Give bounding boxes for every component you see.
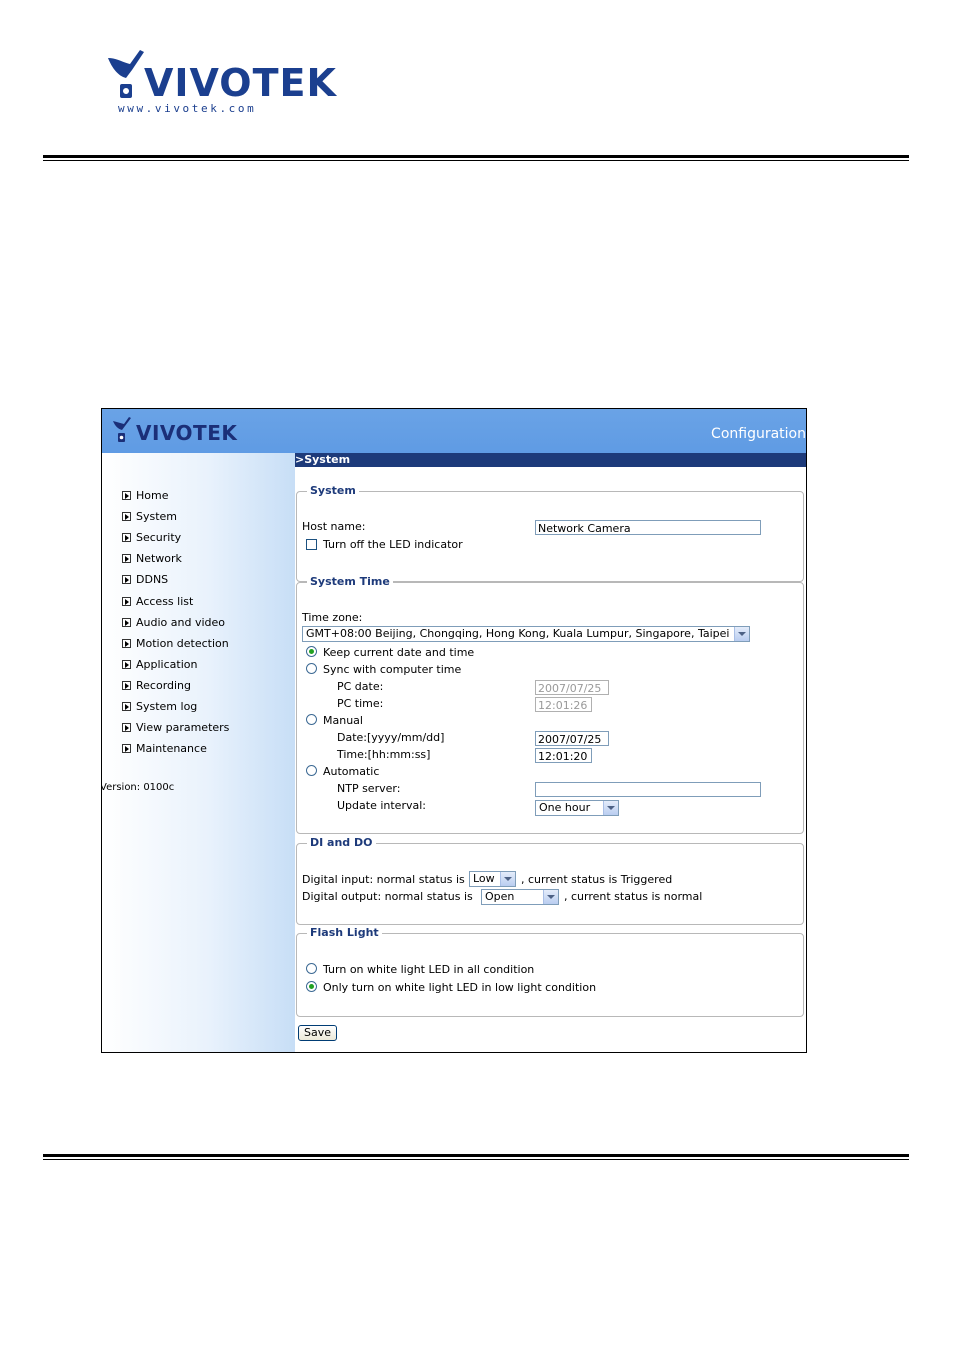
update-interval-label: Update interval: (337, 799, 426, 812)
chevron-down-icon (603, 801, 618, 815)
brand-wordmark: VIVOTEK (144, 61, 337, 105)
time-zone-label: Time zone: (302, 611, 363, 624)
automatic-time-radio[interactable] (306, 765, 317, 776)
di-current-status: , current status is Triggered (521, 873, 673, 886)
manual-date-input[interactable]: 2007/07/25 (535, 731, 609, 746)
di-normal-status-select[interactable]: Low (469, 871, 516, 887)
arrow-icon (122, 659, 131, 669)
sidebar-item-access-list[interactable]: Access list (122, 590, 229, 611)
arrow-icon (122, 491, 131, 501)
pc-time-input[interactable]: 12:01:26 (535, 697, 592, 712)
led-off-label: Turn off the LED indicator (323, 538, 463, 551)
banner-brand: VIVOTEK (136, 421, 238, 445)
sidebar-item-motion-detection[interactable]: Motion detection (122, 633, 229, 654)
manual-time-input[interactable]: 12:01:20 (535, 748, 592, 763)
pc-time-label: PC time: (337, 697, 384, 710)
save-button[interactable]: Save (298, 1025, 337, 1041)
di-do-legend: DI and DO (307, 836, 376, 849)
do-prefix-label: Digital output: normal status is (302, 890, 473, 903)
page-title: Configuration (711, 426, 806, 442)
sidebar-item-audio-video[interactable]: Audio and video (122, 612, 229, 633)
manual-date-label: Date:[yyyy/mm/dd] (337, 731, 445, 744)
manual-time-field-label: Time:[hh:mm:ss] (337, 748, 431, 761)
chevron-down-icon (543, 890, 558, 904)
sidebar-item-system[interactable]: System (122, 506, 229, 527)
system-time-legend: System Time (307, 575, 393, 588)
system-group: System Host name: Network Camera Turn of… (296, 484, 804, 582)
manual-time-label: Manual (323, 714, 363, 727)
sidebar-item-network[interactable]: Network (122, 548, 229, 569)
flash-low-light-label: Only turn on white light LED in low ligh… (323, 981, 597, 994)
vivotek-bird-icon (113, 417, 131, 442)
arrow-icon (122, 723, 131, 733)
section-header: >System (295, 453, 806, 467)
automatic-time-label: Automatic (323, 765, 380, 778)
sidebar-menu: Home System Security Network DDNS Access… (122, 485, 229, 759)
ntp-server-input[interactable] (535, 782, 761, 797)
sidebar-item-view-parameters[interactable]: View parameters (122, 717, 229, 738)
sidebar-item-recording[interactable]: Recording (122, 675, 229, 696)
flash-all-condition-label: Turn on white light LED in all condition (323, 963, 535, 976)
manual-time-radio[interactable] (306, 714, 317, 725)
sidebar-item-security[interactable]: Security (122, 527, 229, 548)
flash-low-light-radio[interactable] (306, 981, 317, 992)
arrow-icon (122, 617, 131, 627)
sync-time-radio[interactable] (306, 663, 317, 674)
di-prefix-label: Digital input: normal status is (302, 873, 465, 886)
keep-time-radio[interactable] (306, 646, 317, 657)
chevron-down-icon (500, 872, 515, 886)
led-off-checkbox[interactable] (306, 539, 317, 550)
host-name-input[interactable]: Network Camera (535, 520, 761, 535)
ntp-server-label: NTP server: (337, 782, 401, 795)
sidebar: Home System Security Network DDNS Access… (102, 453, 295, 1052)
do-current-status: , current status is normal (564, 890, 703, 903)
sidebar-item-ddns[interactable]: DDNS (122, 569, 229, 590)
header-rule (43, 155, 909, 161)
system-legend: System (307, 484, 359, 497)
section-title: System (304, 453, 351, 466)
pc-date-input[interactable]: 2007/07/25 (535, 680, 609, 695)
brand-url: www.vivotek.com (118, 102, 257, 115)
top-banner: VIVOTEK Configuration (102, 409, 806, 453)
sync-time-label: Sync with computer time (323, 663, 462, 676)
arrow-icon (122, 638, 131, 648)
arrow-icon (122, 680, 131, 690)
flash-all-condition-radio[interactable] (306, 963, 317, 974)
sidebar-item-system-log[interactable]: System log (122, 696, 229, 717)
do-normal-status-select[interactable]: Open (481, 889, 559, 905)
arrow-icon (122, 533, 131, 543)
arrow-icon (122, 554, 131, 564)
vivotek-logo: VIVOTEK www.vivotek.com (104, 46, 336, 118)
arrow-icon (122, 744, 131, 754)
time-zone-select[interactable]: GMT+08:00 Beijing, Chongqing, Hong Kong,… (302, 626, 750, 642)
host-name-label: Host name: (302, 520, 366, 533)
flash-light-group: Flash Light Turn on white light LED in a… (296, 926, 804, 1017)
arrow-icon (122, 575, 131, 585)
arrow-icon (122, 701, 131, 711)
arrow-icon (122, 512, 131, 522)
footer-rule (43, 1154, 909, 1160)
di-do-group: DI and DO Digital input: normal status i… (296, 836, 804, 925)
sidebar-item-application[interactable]: Application (122, 654, 229, 675)
sidebar-item-home[interactable]: Home (122, 485, 229, 506)
update-interval-select[interactable]: One hour (535, 800, 619, 816)
sidebar-item-maintenance[interactable]: Maintenance (122, 738, 229, 759)
firmware-version: Version: 0100c (101, 782, 175, 793)
system-time-group: System Time Time zone: GMT+08:00 Beijing… (296, 575, 804, 834)
config-window: VIVOTEK Configuration Home System Securi… (101, 408, 807, 1053)
banner-logo: VIVOTEK (112, 415, 252, 449)
flash-light-legend: Flash Light (307, 926, 382, 939)
chevron-right-icon: > (295, 453, 305, 466)
arrow-icon (122, 596, 131, 606)
keep-time-label: Keep current date and time (323, 646, 475, 659)
pc-date-label: PC date: (337, 680, 384, 693)
chevron-down-icon (734, 627, 749, 641)
